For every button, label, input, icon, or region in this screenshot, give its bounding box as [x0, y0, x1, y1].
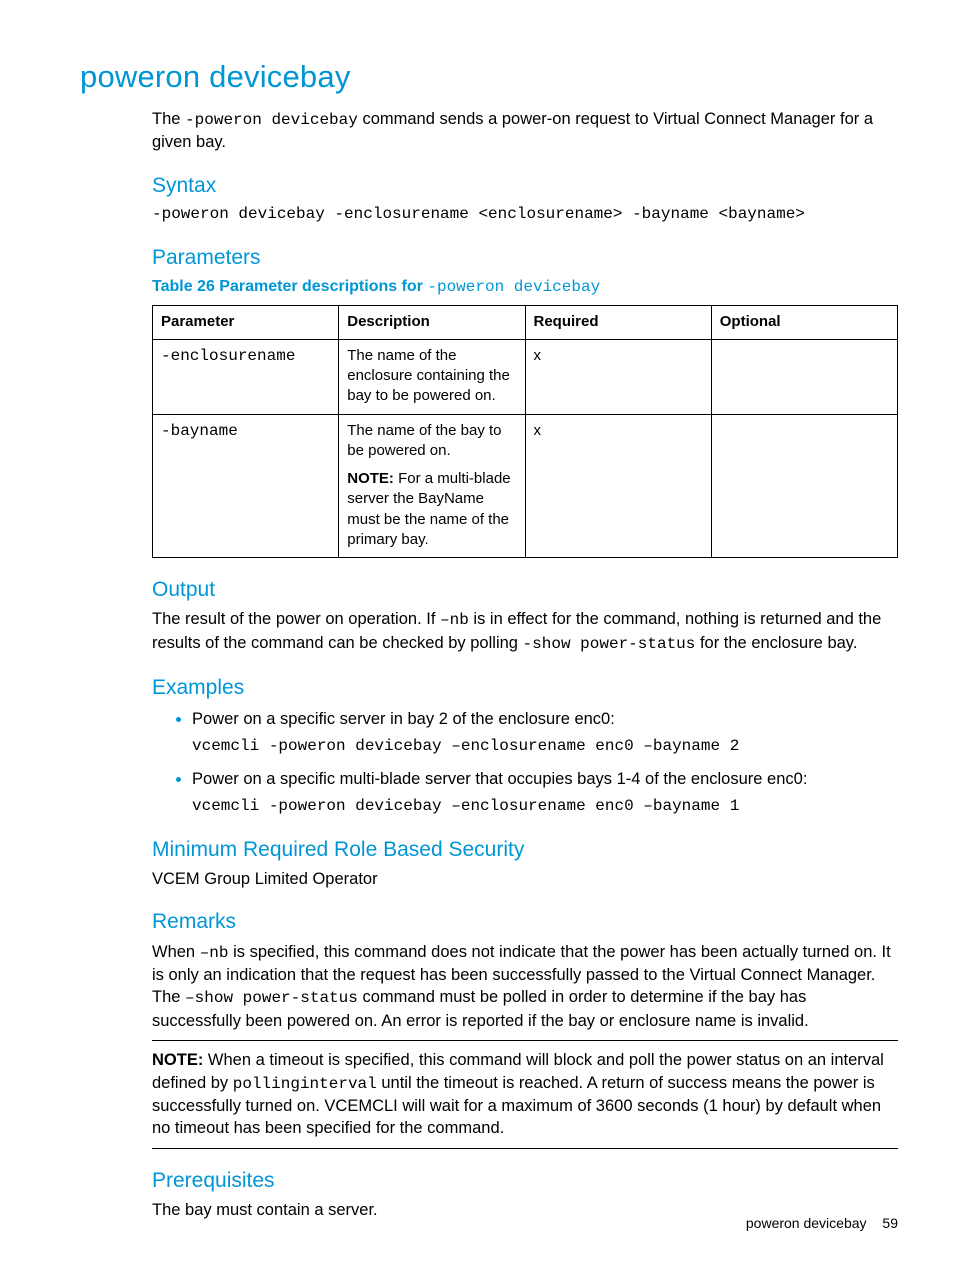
cell-desc: The name of the enclosure containing the… [339, 339, 525, 414]
list-item: Power on a specific server in bay 2 of t… [192, 708, 898, 758]
page-title: poweron devicebay [80, 56, 898, 98]
intro-paragraph: The -poweron devicebay command sends a p… [152, 108, 898, 154]
list-item: Power on a specific multi-blade server t… [192, 768, 898, 818]
inline-code: -show power-status [523, 635, 696, 653]
output-heading: Output [152, 576, 898, 604]
example-command: vcemcli -poweron devicebay –enclosurenam… [192, 796, 898, 818]
parameters-heading: Parameters [152, 244, 898, 272]
cell-req: x [525, 414, 711, 558]
table-row: -bayname The name of the bay to be power… [153, 414, 898, 558]
inline-code: –nb [440, 611, 469, 629]
note-label: NOTE: [152, 1051, 203, 1069]
note-label: NOTE: [347, 470, 394, 487]
col-optional: Optional [711, 305, 897, 339]
inline-code: pollinginterval [233, 1075, 377, 1093]
text: When [152, 943, 200, 961]
text: The [152, 110, 185, 128]
cell-param: -enclosurename [153, 339, 339, 414]
cell-param: -bayname [153, 414, 339, 558]
page-number: 59 [882, 1215, 898, 1231]
output-paragraph: The result of the power on operation. If… [152, 608, 898, 655]
syntax-heading: Syntax [152, 172, 898, 200]
remarks-paragraph: When –nb is specified, this command does… [152, 941, 898, 1033]
cell-opt [711, 339, 897, 414]
table-row: -enclosurename The name of the enclosure… [153, 339, 898, 414]
example-text: Power on a specific multi-blade server t… [192, 770, 807, 788]
rbs-heading: Minimum Required Role Based Security [152, 836, 898, 864]
inline-code: -poweron devicebay [185, 111, 358, 129]
cell-opt [711, 414, 897, 558]
cell-note: NOTE: For a multi-blade server the BayNa… [347, 469, 516, 550]
examples-list: Power on a specific server in bay 2 of t… [152, 708, 898, 818]
col-parameter: Parameter [153, 305, 339, 339]
note-box: NOTE: When a timeout is specified, this … [152, 1040, 898, 1148]
footer-title: poweron devicebay [746, 1215, 867, 1231]
rbs-text: VCEM Group Limited Operator [152, 868, 898, 890]
remarks-heading: Remarks [152, 908, 898, 936]
content: The -poweron devicebay command sends a p… [152, 108, 898, 1222]
text: The name of the bay to be powered on. [347, 422, 501, 459]
cell-req: x [525, 339, 711, 414]
examples-heading: Examples [152, 674, 898, 702]
page: poweron devicebay The -poweron devicebay… [0, 0, 954, 1271]
cell-desc: The name of the bay to be powered on. NO… [339, 414, 525, 558]
syntax-line: -poweron devicebay -enclosurename <enclo… [152, 204, 898, 226]
text: for the enclosure bay. [695, 634, 857, 652]
page-footer: poweron devicebay 59 [746, 1214, 898, 1233]
table-caption: Table 26 Parameter descriptions for -pow… [152, 276, 898, 299]
caption-code: -poweron devicebay [427, 278, 600, 296]
prereq-heading: Prerequisites [152, 1167, 898, 1195]
col-required: Required [525, 305, 711, 339]
text: The result of the power on operation. If [152, 610, 440, 628]
col-description: Description [339, 305, 525, 339]
table-header-row: Parameter Description Required Optional [153, 305, 898, 339]
inline-code: –nb [200, 944, 229, 962]
inline-code: –show power-status [185, 989, 358, 1007]
caption-strong: Table 26 Parameter descriptions for [152, 278, 427, 295]
parameters-table: Parameter Description Required Optional … [152, 305, 898, 559]
example-command: vcemcli -poweron devicebay –enclosurenam… [192, 736, 898, 758]
example-text: Power on a specific server in bay 2 of t… [192, 710, 615, 728]
